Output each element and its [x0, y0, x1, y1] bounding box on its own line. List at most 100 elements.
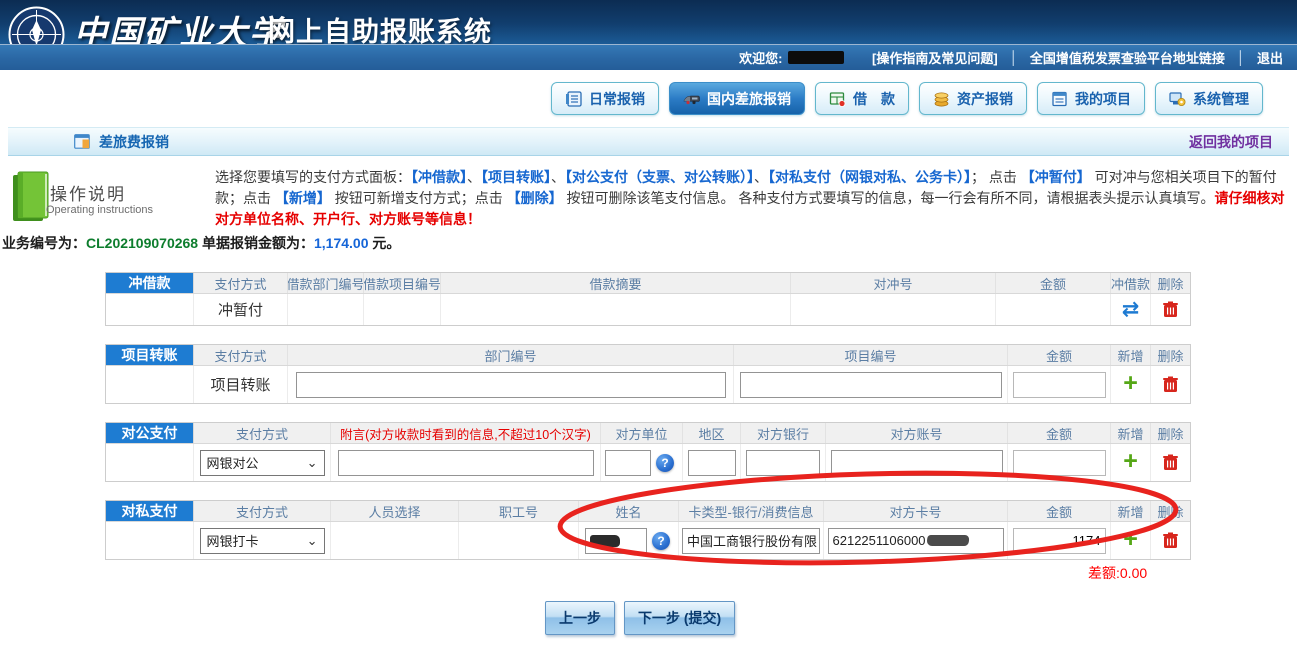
- tab-label: 资产报销: [957, 89, 1013, 109]
- divider: [856, 50, 860, 65]
- column-header: 对方单位: [601, 423, 683, 443]
- travel-form-icon: [74, 134, 90, 149]
- column-header: 支付方式: [194, 273, 288, 293]
- section-label: 项目转账: [106, 345, 194, 365]
- empty-cell: [106, 522, 194, 559]
- help-icon[interactable]: ?: [656, 454, 674, 472]
- welcome-label: 欢迎您:: [739, 48, 782, 67]
- my-projects-icon: [1051, 91, 1068, 107]
- payee-bank-input[interactable]: [746, 450, 820, 476]
- column-header: 删除: [1151, 345, 1190, 365]
- amount-input[interactable]: [1013, 528, 1106, 554]
- back-to-projects-link[interactable]: 返回我的项目: [1189, 132, 1273, 152]
- table-row: 网银打卡⌄ ? 中国工商银行股份有限 6212251106000 +: [106, 522, 1190, 559]
- pay-method-cell: 项目转账: [194, 366, 288, 403]
- add-row-icon[interactable]: +: [1123, 371, 1138, 396]
- delete-row-icon[interactable]: [1163, 376, 1178, 393]
- pay-method-select[interactable]: 网银打卡⌄: [200, 528, 325, 554]
- chevron-down-icon: ⌄: [307, 455, 318, 471]
- tab-domestic-travel[interactable]: 国内差旅报销: [669, 82, 805, 115]
- tab-label: 我的项目: [1075, 89, 1131, 109]
- employee-no-cell: [459, 522, 579, 559]
- column-header: 删除: [1151, 501, 1190, 521]
- tab-label: 国内差旅报销: [707, 89, 791, 109]
- table-row: 项目转账 +: [106, 366, 1190, 403]
- instructions-title: 操作说明: [50, 180, 126, 205]
- chevron-down-icon: ⌄: [307, 533, 318, 549]
- project-code-input[interactable]: [740, 372, 1002, 398]
- column-header: 对方银行: [741, 423, 826, 443]
- tab-asset-expense[interactable]: 资产报销: [919, 82, 1027, 115]
- region-input[interactable]: [688, 450, 736, 476]
- column-header: 支付方式: [194, 345, 288, 365]
- amount-input[interactable]: [1013, 450, 1106, 476]
- empty-cell: [441, 294, 791, 325]
- column-header: 金额: [1008, 501, 1111, 521]
- business-info-line: 业务编号为：CL202109070268 单据报销金额为：1,174.00 元。: [2, 233, 400, 253]
- column-header: 借款部门编号: [288, 273, 364, 293]
- column-header: 金额: [1008, 423, 1111, 443]
- column-header: 对方卡号: [824, 501, 1008, 521]
- section-corporate-payment: 对公支付 支付方式 附言(对方收款时看到的信息,不超过10个汉字) 对方单位 地…: [105, 422, 1191, 482]
- column-header: 借款摘要: [441, 273, 791, 293]
- section-label: 对公支付: [106, 423, 194, 443]
- business-no-label: 业务编号为：: [2, 235, 86, 251]
- delete-row-icon[interactable]: [1163, 301, 1178, 318]
- column-header: 人员选择: [331, 501, 459, 521]
- section-label: 冲借款: [106, 273, 194, 293]
- pay-method-cell: 冲暂付: [194, 294, 288, 325]
- add-row-icon[interactable]: +: [1123, 527, 1138, 552]
- delete-row-icon[interactable]: [1163, 532, 1178, 549]
- help-icon[interactable]: ?: [652, 532, 670, 550]
- memo-input[interactable]: [338, 450, 594, 476]
- column-header: 新增: [1111, 501, 1151, 521]
- tab-system-manage[interactable]: 系统管理: [1155, 82, 1263, 115]
- column-header: 支付方式: [194, 501, 331, 521]
- balance-diff: 差额:0.00: [1088, 563, 1147, 583]
- tab-daily-expense[interactable]: 日常报销: [551, 82, 659, 115]
- empty-cell: [106, 366, 194, 403]
- delete-row-icon[interactable]: [1163, 454, 1178, 471]
- pay-method-select[interactable]: 网银对公⌄: [200, 450, 325, 476]
- tab-label: 借 款: [853, 89, 895, 109]
- payee-card-no-input[interactable]: 6212251106000: [828, 528, 1004, 554]
- next-step-submit-button[interactable]: 下一步 (提交): [624, 601, 735, 635]
- asset-coins-icon: [933, 91, 950, 107]
- tab-loan[interactable]: 借 款: [815, 82, 909, 115]
- dept-code-input[interactable]: [296, 372, 726, 398]
- card-no-redacted: [926, 535, 970, 546]
- payee-unit-input[interactable]: [605, 450, 651, 476]
- payee-name-input[interactable]: [585, 528, 647, 554]
- empty-cell: [106, 444, 194, 481]
- welcome-bar: 欢迎您: [操作指南及常见问题] │ 全国增值税发票查验平台地址链接 │ 退出: [0, 44, 1297, 70]
- amount-input[interactable]: [1013, 372, 1106, 398]
- amount-value: 1,174.00: [314, 235, 369, 251]
- business-no-value: CL202109070268: [86, 235, 198, 251]
- guide-link[interactable]: [操作指南及常见问题]: [872, 48, 998, 67]
- card-type-bank-input[interactable]: 中国工商银行股份有限: [682, 528, 820, 554]
- column-header: 金额: [1008, 345, 1111, 365]
- invoice-check-link[interactable]: 全国增值税发票查验平台地址链接: [1030, 48, 1225, 67]
- add-row-icon[interactable]: +: [1123, 449, 1138, 474]
- empty-cell: [791, 294, 996, 325]
- empty-cell: [288, 294, 364, 325]
- column-header: 职工号: [459, 501, 579, 521]
- column-header: 冲借款: [1111, 273, 1151, 293]
- empty-cell: [106, 294, 194, 325]
- main-nav-tabs: 日常报销 国内差旅报销 借 款: [551, 82, 1263, 115]
- instructions-title-en: Operating instructions: [46, 204, 153, 216]
- tab-my-projects[interactable]: 我的项目: [1037, 82, 1145, 115]
- column-header: 对冲号: [791, 273, 996, 293]
- logout-link[interactable]: 退出: [1257, 48, 1283, 67]
- amount-unit: 元。: [372, 235, 400, 251]
- offset-loan-icon[interactable]: ⇄: [1122, 299, 1140, 320]
- travel-reimbursement-page: 中国矿业大学 CHINA UNIVERSITY OF MINING AND TE…: [0, 0, 1297, 646]
- payee-account-input[interactable]: [831, 450, 1003, 476]
- empty-cell: [364, 294, 441, 325]
- prev-step-button[interactable]: 上一步: [545, 601, 615, 635]
- section-label: 对私支付: [106, 501, 194, 521]
- system-manage-icon: [1169, 91, 1186, 107]
- app-header: 中国矿业大学 CHINA UNIVERSITY OF MINING AND TE…: [0, 0, 1297, 70]
- tab-label: 系统管理: [1193, 89, 1249, 109]
- instructions-book-icon: [10, 171, 50, 228]
